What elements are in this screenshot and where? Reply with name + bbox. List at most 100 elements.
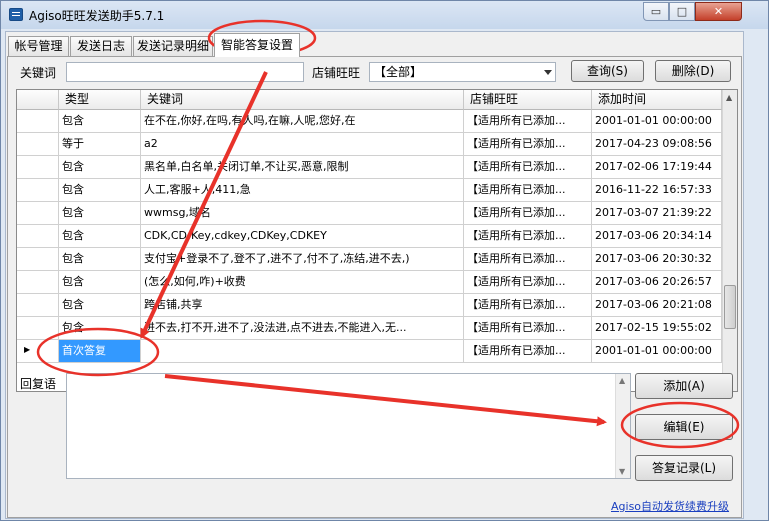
current-row-indicator[interactable] bbox=[17, 340, 59, 363]
table-row[interactable]: 包含 跨店铺,共享 【适用所有已添加... 2017-03-06 20:21:08 bbox=[17, 294, 722, 317]
reply-textarea[interactable]: ▲ ▼ bbox=[66, 373, 631, 479]
shop-label: 店铺旺旺 bbox=[312, 66, 361, 80]
cell-type[interactable]: 首次答复 bbox=[59, 340, 141, 363]
row-header[interactable] bbox=[17, 110, 59, 133]
cell-time[interactable]: 2001-01-01 00:00:00 bbox=[592, 110, 722, 133]
table-row[interactable]: 包含 CDK,CD-Key,cdkey,CDKey,CDKEY 【适用所有已添加..… bbox=[17, 225, 722, 248]
cell-shop[interactable]: 【适用所有已添加... bbox=[464, 271, 592, 294]
client-area: 帐号管理 发送日志 发送记录明细 智能答复设置 关键词 店铺旺旺 【全部】 查询… bbox=[5, 31, 744, 519]
cell-type[interactable]: 包含 bbox=[59, 110, 141, 133]
cell-shop[interactable]: 【适用所有已添加... bbox=[464, 340, 592, 363]
tab-send-detail[interactable]: 发送记录明细 bbox=[133, 36, 213, 56]
tab-account[interactable]: 帐号管理 bbox=[8, 36, 69, 56]
scroll-down-icon[interactable]: ▼ bbox=[619, 467, 625, 476]
upgrade-link[interactable]: Agiso自动发货续费升级 bbox=[611, 498, 729, 514]
cell-keyword[interactable]: 人工,客服+人,411,急 bbox=[141, 179, 464, 202]
column-header-shop[interactable]: 店铺旺旺 bbox=[464, 90, 592, 110]
cell-shop[interactable]: 【适用所有已添加... bbox=[464, 110, 592, 133]
query-button[interactable]: 查询(S) bbox=[571, 60, 644, 82]
table-row[interactable]: 包含 (怎么,如何,咋)+收费 【适用所有已添加... 2017-03-06 20:2… bbox=[17, 271, 722, 294]
cell-time[interactable]: 2017-03-06 20:34:14 bbox=[592, 225, 722, 248]
table-row[interactable]: 包含 支付宝+登录不了,登不了,进不了,付不了,冻结,进不去,) 【适用所有已添加.… bbox=[17, 248, 722, 271]
cell-time[interactable]: 2017-02-06 17:19:44 bbox=[592, 156, 722, 179]
table-row[interactable]: 包含 在不在,你好,在吗,有人吗,在嘛,人呢,您好,在 【适用所有已添加... 200… bbox=[17, 110, 722, 133]
table-scrollbar[interactable]: ▲ ▼ bbox=[722, 90, 737, 391]
table-row[interactable]: 首次答复 【适用所有已添加...2001-01-01 00:00:00 bbox=[17, 340, 722, 363]
row-header[interactable] bbox=[17, 271, 59, 294]
table-row[interactable]: 包含 wwmsg,域名 【适用所有已添加... 2017-03-07 21:39:22 bbox=[17, 202, 722, 225]
chevron-down-icon bbox=[544, 70, 552, 75]
cell-shop[interactable]: 【适用所有已添加... bbox=[464, 225, 592, 248]
cell-keyword[interactable]: 支付宝+登录不了,登不了,进不了,付不了,冻结,进不去,) bbox=[141, 248, 464, 271]
row-header[interactable] bbox=[17, 156, 59, 179]
shop-select-value: 【全部】 bbox=[374, 65, 423, 79]
cell-type[interactable]: 包含 bbox=[59, 202, 141, 225]
cell-type[interactable]: 包含 bbox=[59, 317, 141, 340]
shop-select[interactable]: 【全部】 bbox=[369, 62, 556, 82]
row-header[interactable] bbox=[17, 202, 59, 225]
cell-keyword[interactable]: wwmsg,域名 bbox=[141, 202, 464, 225]
cell-time[interactable]: 2017-03-06 20:21:08 bbox=[592, 294, 722, 317]
maximize-button[interactable]: □ bbox=[669, 2, 695, 21]
scrollbar-thumb[interactable] bbox=[724, 285, 736, 329]
cell-time[interactable]: 2017-03-06 20:30:32 bbox=[592, 248, 722, 271]
row-header[interactable] bbox=[17, 317, 59, 340]
table-row[interactable]: 包含 人工,客服+人,411,急 【适用所有已添加... 2016-11-22 16:… bbox=[17, 179, 722, 202]
cell-keyword[interactable]: a2 bbox=[141, 133, 464, 156]
tab-smart-reply[interactable]: 智能答复设置 bbox=[214, 33, 300, 57]
cell-keyword[interactable]: 进不去,打不开,进不了,没法进,点不进去,不能进入,无... bbox=[141, 317, 464, 340]
app-icon bbox=[9, 8, 23, 21]
cell-shop[interactable]: 【适用所有已添加... bbox=[464, 133, 592, 156]
tab-send-log[interactable]: 发送日志 bbox=[70, 36, 132, 56]
cell-type[interactable]: 包含 bbox=[59, 271, 141, 294]
cell-shop[interactable]: 【适用所有已添加... bbox=[464, 248, 592, 271]
table-row[interactable]: 包含 黑名单,白名单,关闭订单,不让买,恶意,限制 【适用所有已添加... 2017-… bbox=[17, 156, 722, 179]
cell-time[interactable]: 2017-02-15 19:55:02 bbox=[592, 317, 722, 340]
row-header[interactable] bbox=[17, 248, 59, 271]
column-header-time[interactable]: 添加时间 bbox=[592, 90, 722, 110]
cell-shop[interactable]: 【适用所有已添加... bbox=[464, 179, 592, 202]
close-button[interactable]: ✕ bbox=[695, 2, 742, 21]
add-button[interactable]: 添加(A) bbox=[635, 373, 733, 399]
app-window: Agiso旺旺发送助手5.7.1 ▭ □ ✕ 帐号管理 发送日志 发送记录明细 … bbox=[0, 0, 769, 521]
cell-shop[interactable]: 【适用所有已添加... bbox=[464, 156, 592, 179]
cell-time[interactable]: 2017-04-23 09:08:56 bbox=[592, 133, 722, 156]
cell-shop[interactable]: 【适用所有已添加... bbox=[464, 294, 592, 317]
cell-type[interactable]: 包含 bbox=[59, 248, 141, 271]
cell-keyword[interactable]: CDK,CD-Key,cdkey,CDKey,CDKEY bbox=[141, 225, 464, 248]
cell-time[interactable]: 2017-03-06 20:26:57 bbox=[592, 271, 722, 294]
cell-type[interactable]: 包含 bbox=[59, 156, 141, 179]
column-header-type[interactable]: 类型 bbox=[59, 90, 141, 110]
cell-keyword[interactable]: (怎么,如何,咋)+收费 bbox=[141, 271, 464, 294]
row-header[interactable] bbox=[17, 225, 59, 248]
row-header[interactable] bbox=[17, 133, 59, 156]
minimize-button[interactable]: ▭ bbox=[643, 2, 669, 21]
scroll-up-icon[interactable]: ▲ bbox=[619, 376, 625, 385]
cell-type[interactable]: 包含 bbox=[59, 294, 141, 317]
keyword-input[interactable] bbox=[66, 62, 304, 82]
table-row[interactable]: 等于 a2 【适用所有已添加... 2017-04-23 09:08:56 bbox=[17, 133, 722, 156]
cell-time[interactable]: 2017-03-07 21:39:22 bbox=[592, 202, 722, 225]
cell-keyword[interactable]: 黑名单,白名单,关闭订单,不让买,恶意,限制 bbox=[141, 156, 464, 179]
reply-label: 回复语 bbox=[20, 377, 57, 391]
delete-button[interactable]: 删除(D) bbox=[655, 60, 731, 82]
row-header[interactable] bbox=[17, 179, 59, 202]
cell-shop[interactable]: 【适用所有已添加... bbox=[464, 202, 592, 225]
edit-button[interactable]: 编辑(E) bbox=[635, 414, 733, 440]
cell-shop[interactable]: 【适用所有已添加... bbox=[464, 317, 592, 340]
table-row[interactable]: 包含 进不去,打不开,进不了,没法进,点不进去,不能进入,无... 【适用所有已添加… bbox=[17, 317, 722, 340]
scroll-up-icon[interactable]: ▲ bbox=[726, 93, 732, 102]
cell-type[interactable]: 等于 bbox=[59, 133, 141, 156]
reply-history-button[interactable]: 答复记录(L) bbox=[635, 455, 733, 481]
column-header-keyword[interactable]: 关键词 bbox=[141, 90, 464, 110]
cell-time[interactable]: 2016-11-22 16:57:33 bbox=[592, 179, 722, 202]
cell-type[interactable]: 包含 bbox=[59, 225, 141, 248]
row-header[interactable] bbox=[17, 294, 59, 317]
cell-type[interactable]: 包含 bbox=[59, 179, 141, 202]
cell-keyword[interactable]: 跨店铺,共享 bbox=[141, 294, 464, 317]
cell-keyword[interactable] bbox=[141, 340, 464, 363]
reply-scrollbar[interactable]: ▲ ▼ bbox=[615, 374, 630, 478]
cell-keyword[interactable]: 在不在,你好,在吗,有人吗,在嘛,人呢,您好,在 bbox=[141, 110, 464, 133]
smart-reply-panel: 关键词 店铺旺旺 【全部】 查询(S) 删除(D) 类型 关键词 店铺旺旺 添加… bbox=[7, 56, 742, 518]
cell-time[interactable]: 2001-01-01 00:00:00 bbox=[592, 340, 722, 363]
